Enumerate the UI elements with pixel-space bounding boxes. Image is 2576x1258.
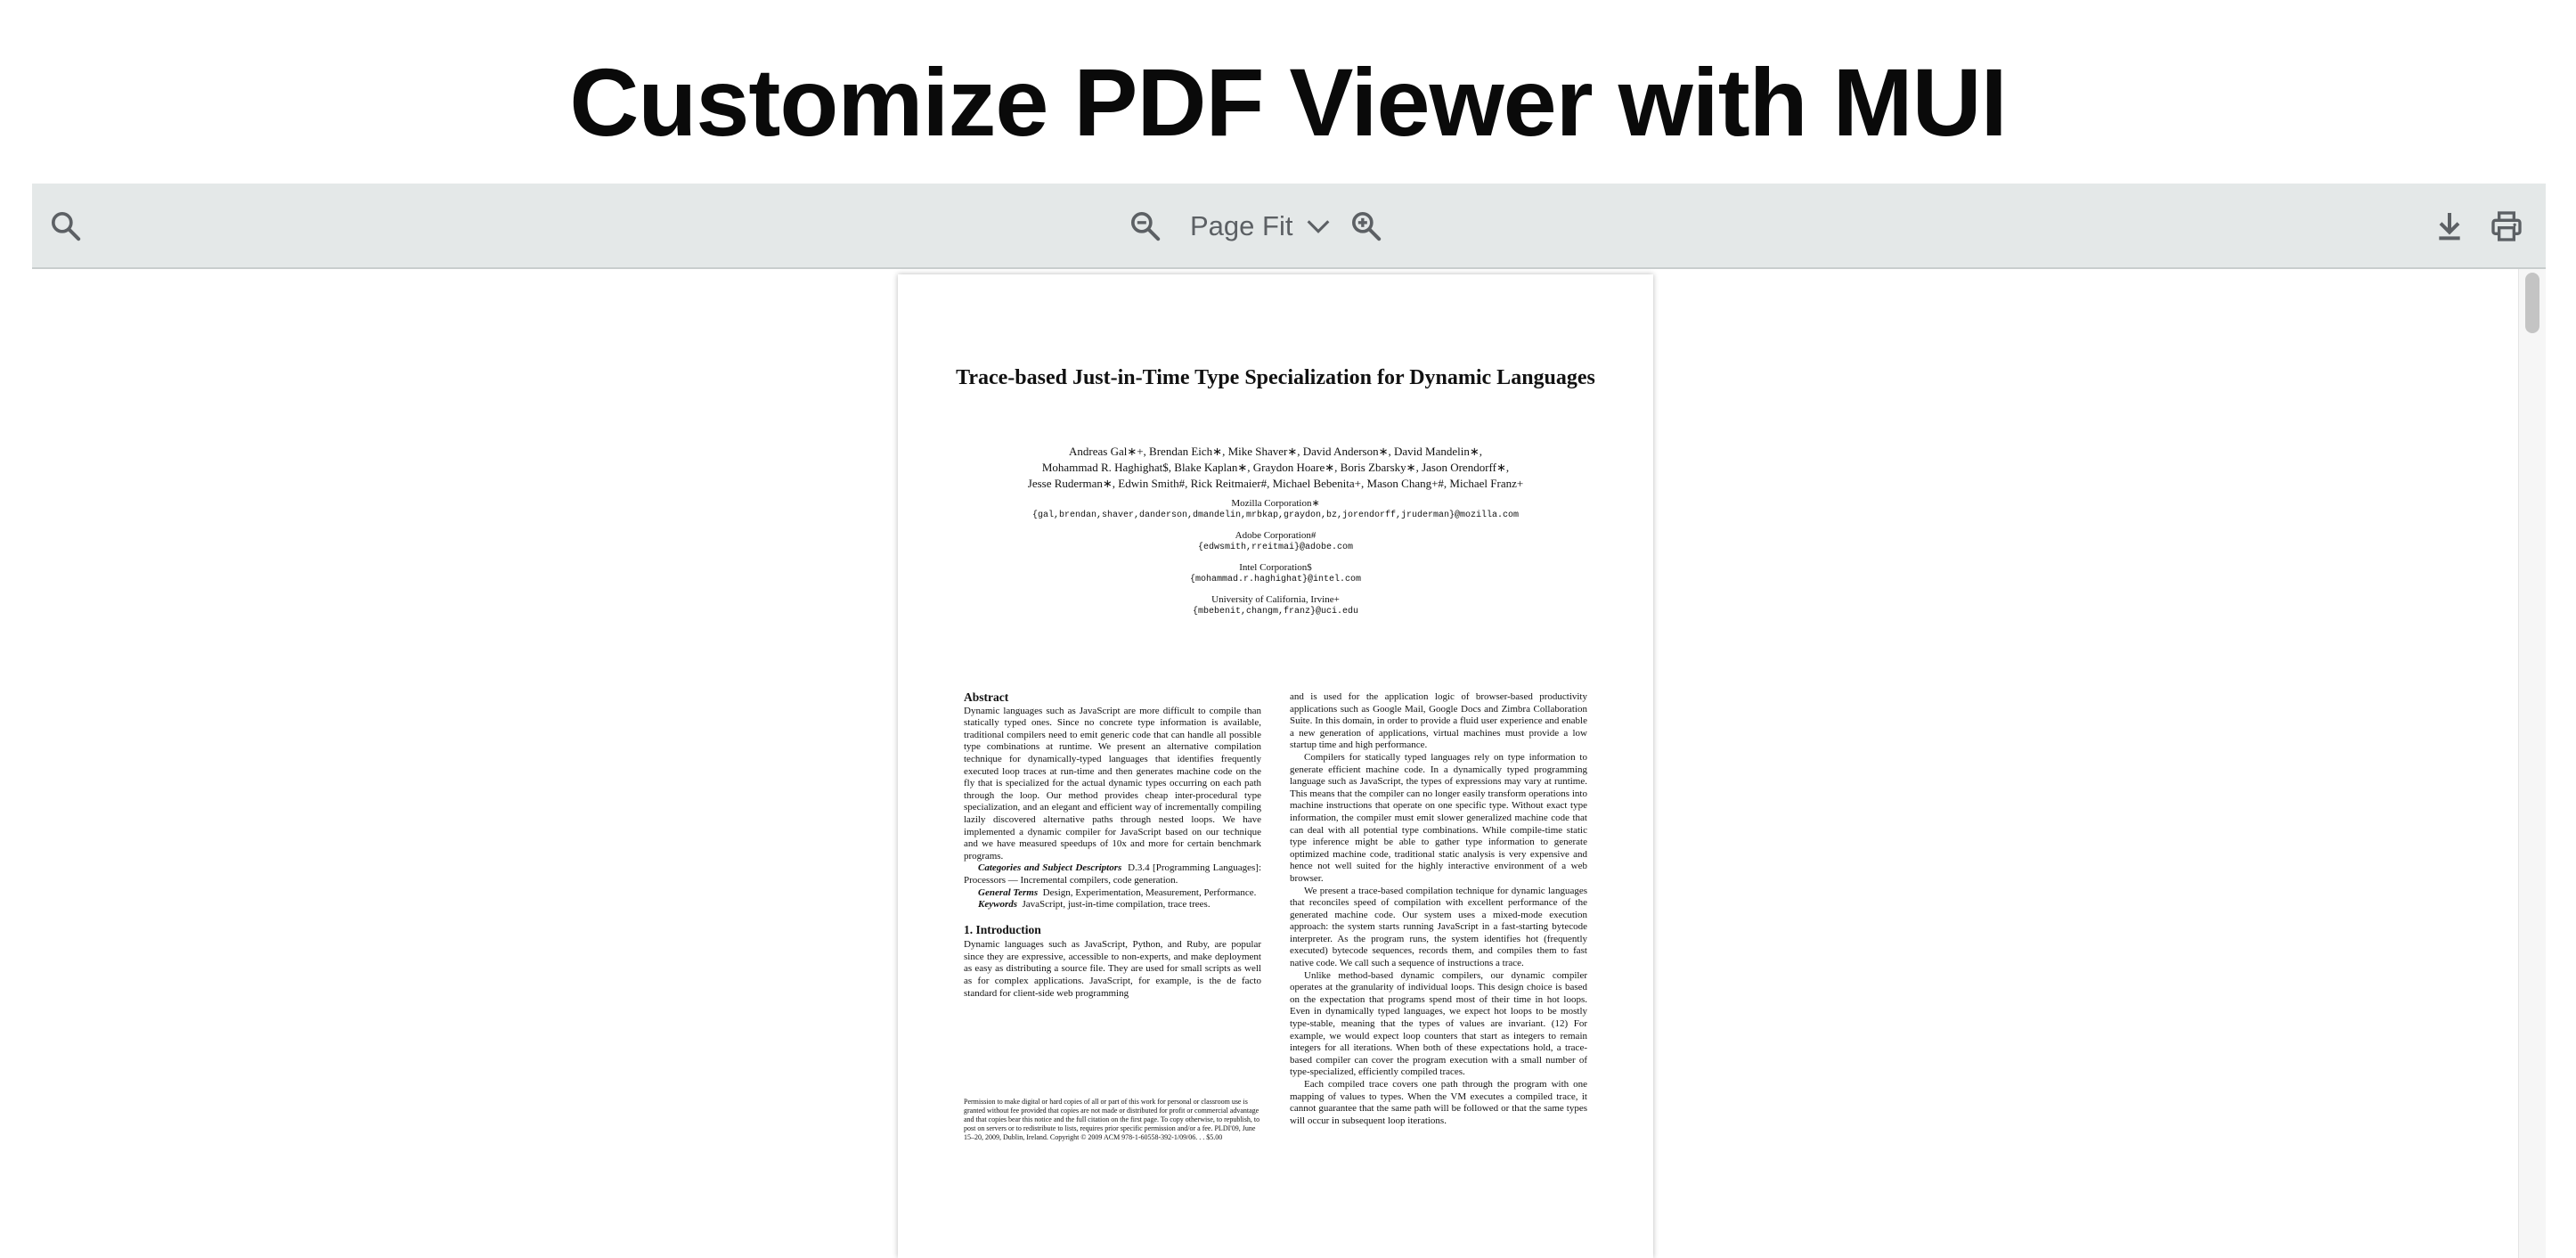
affiliation: Mozilla Corporation∗ {gal,brendan,shaver… bbox=[933, 497, 1618, 522]
print-icon bbox=[2491, 211, 2522, 241]
paper-authors: Andreas Gal∗+, Brendan Eich∗, Mike Shave… bbox=[933, 444, 1618, 492]
zoom-in-icon bbox=[1352, 212, 1382, 241]
affiliation: Intel Corporation$ {mohammad.r.haghighat… bbox=[933, 561, 1618, 586]
general-terms: General Terms Design, Experimentation, M… bbox=[964, 887, 1261, 900]
affiliation-email: {mbebenit,changm,franz}@uci.edu bbox=[1192, 607, 1359, 617]
chevron-down-icon bbox=[1308, 220, 1330, 233]
paper-title: Trace-based Just-in-Time Type Specializa… bbox=[956, 366, 1595, 389]
authors-line: Mohammad R. Haghighat$, Blake Kaplan∗, G… bbox=[1041, 461, 1510, 474]
right-column: and is used for the application logic of… bbox=[1290, 691, 1587, 1127]
intro-heading: 1. Introduction bbox=[964, 922, 1041, 936]
zoom-level-select[interactable]: Page Fit bbox=[1190, 201, 1333, 251]
categories-label: Categories and Subject Descriptors bbox=[978, 862, 1122, 874]
search-button[interactable] bbox=[45, 205, 87, 248]
keywords: Keywords JavaScript, just-in-time compil… bbox=[964, 899, 1261, 911]
paragraph: and is used for the application logic of… bbox=[1290, 691, 1587, 751]
keywords-label: Keywords bbox=[978, 899, 1017, 911]
affiliation-name: Adobe Corporation# bbox=[1235, 530, 1317, 541]
affiliation-email: {gal,brendan,shaver,danderson,dmandelin,… bbox=[1031, 511, 1520, 520]
zoom-out-button[interactable] bbox=[1124, 205, 1167, 248]
general-terms-label: General Terms bbox=[978, 886, 1039, 898]
general-terms-text: Design, Experimentation, Measurement, Pe… bbox=[1042, 886, 1257, 898]
abstract-text: Dynamic languages such as JavaScript are… bbox=[964, 705, 1261, 862]
authors-line: Andreas Gal∗+, Brendan Eich∗, Mike Shave… bbox=[1069, 445, 1482, 458]
print-button[interactable] bbox=[2485, 205, 2528, 248]
paragraph: Compilers for statically typed languages… bbox=[1290, 751, 1587, 884]
left-column: Abstract Dynamic languages such as JavaS… bbox=[964, 691, 1261, 1000]
affiliation-name: Mozilla Corporation∗ bbox=[1231, 498, 1320, 509]
copyright-footnote: Permission to make digital or hard copie… bbox=[964, 1098, 1260, 1141]
paragraph: We present a trace-based compilation tec… bbox=[1290, 885, 1587, 969]
affiliation-name: University of California, Irvine+ bbox=[1211, 594, 1340, 605]
search-icon bbox=[51, 212, 81, 241]
scrollbar-thumb[interactable] bbox=[2525, 273, 2539, 333]
authors-line: Jesse Ruderman∗, Edwin Smith#, Rick Reit… bbox=[1027, 477, 1524, 490]
categories: Categories and Subject Descriptors D.3.4… bbox=[964, 862, 1261, 886]
affiliation-email: {mohammad.r.haghighat}@intel.com bbox=[1189, 575, 1362, 584]
pdf-viewer[interactable]: Trace-based Just-in-Time Type Specializa… bbox=[32, 269, 2546, 1258]
keywords-text: JavaScript, just-in-time compilation, tr… bbox=[1022, 899, 1211, 911]
paragraph: Unlike method-based dynamic compilers, o… bbox=[1290, 969, 1587, 1078]
zoom-out-icon bbox=[1131, 212, 1161, 241]
pdf-page: Trace-based Just-in-Time Type Specializa… bbox=[898, 274, 1653, 1258]
affiliation-email: {edwsmith,rreitmai}@adobe.com bbox=[1197, 543, 1354, 552]
zoom-level-label: Page Fit bbox=[1190, 210, 1293, 241]
download-button[interactable] bbox=[2428, 205, 2471, 248]
affiliation-name: Intel Corporation$ bbox=[1239, 562, 1312, 573]
vertical-scrollbar[interactable] bbox=[2518, 269, 2546, 1258]
affiliation: University of California, Irvine+ {mbebe… bbox=[933, 593, 1618, 618]
affiliation: Adobe Corporation# {edwsmith,rreitmai}@a… bbox=[933, 529, 1618, 554]
paragraph: Each compiled trace covers one path thro… bbox=[1290, 1079, 1587, 1126]
download-icon bbox=[2439, 213, 2460, 241]
page-title: Customize PDF Viewer with MUI bbox=[569, 48, 2007, 156]
abstract-heading: Abstract bbox=[964, 690, 1009, 704]
zoom-in-button[interactable] bbox=[1345, 205, 1388, 248]
pdf-toolbar: Page Fit bbox=[32, 184, 2546, 269]
intro-text: Dynamic languages such as JavaScript, Py… bbox=[964, 939, 1261, 999]
